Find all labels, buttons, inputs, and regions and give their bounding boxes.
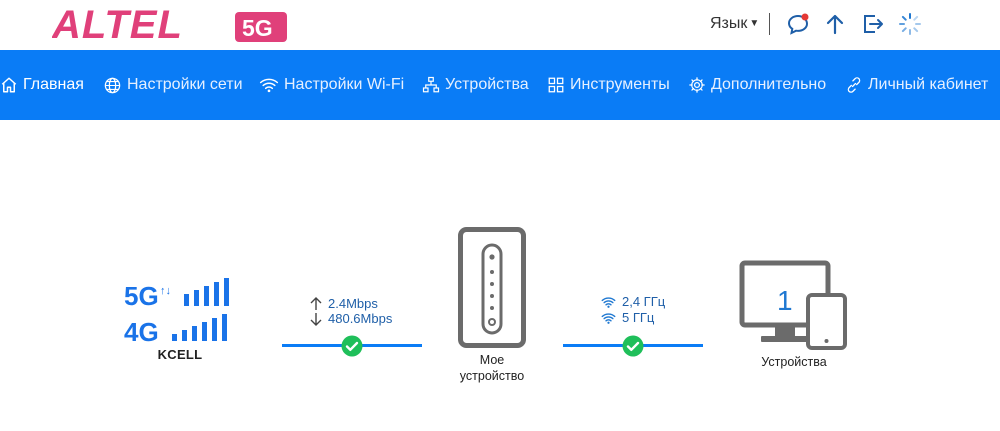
home-icon: [1, 77, 17, 93]
svg-text:↑↓: ↑↓: [160, 285, 171, 297]
wifi-icon: [259, 78, 279, 93]
nav-item-label: Устройства: [445, 76, 529, 93]
nav-item-devices[interactable]: Устройства: [422, 50, 529, 120]
globe-icon: [104, 77, 121, 93]
check-icon: [341, 335, 363, 357]
nav-item-network-settings[interactable]: Настройки сети: [103, 50, 243, 120]
wifi-icon: [601, 312, 616, 324]
network-tech-bottom: 4G: [124, 317, 159, 346]
nav-item-advanced[interactable]: Дополнительно: [688, 50, 826, 120]
download-rate-value: 480.6Mbps: [328, 311, 393, 326]
devices-icon: [422, 76, 440, 93]
nav-item-label: Инструменты: [570, 76, 670, 93]
network-tech-top: 5G: [124, 281, 159, 311]
header: ALTEL 5G Язык ▼: [0, 0, 1000, 50]
upload-rate: 2.4Mbps: [310, 296, 378, 311]
router-label-line1: Мое: [479, 353, 505, 367]
nav-item-label: Настройки Wi-Fi: [284, 76, 405, 93]
download-rate: 480.6Mbps: [310, 311, 392, 326]
connected-devices-icon[interactable]: 1: [739, 260, 849, 352]
router-label-line2: устройство: [459, 369, 525, 383]
wifi-band-5-label: 5 ГГц: [622, 310, 655, 325]
nav-item-wifi-settings[interactable]: Настройки Wi-Fi: [259, 50, 404, 120]
nav-item-tools[interactable]: Инструменты: [547, 50, 670, 120]
loading-icon: [899, 13, 921, 35]
gear-icon: [689, 77, 705, 93]
upload-icon[interactable]: [823, 12, 847, 36]
wifi-icon: [601, 296, 616, 308]
upload-rate-value: 2.4Mbps: [328, 296, 378, 311]
caret-down-icon: ▼: [749, 18, 760, 29]
wifi-band-5: 5 ГГц: [601, 310, 654, 325]
operator-name: KCELL: [157, 347, 203, 362]
wifi-band-24: 2,4 ГГц: [601, 294, 665, 309]
altel-5g-logo[interactable]: ALTEL 5G: [52, 4, 292, 44]
nav-item-label: Главная: [23, 76, 84, 93]
language-label: Язык: [710, 15, 748, 32]
language-selector[interactable]: Язык ▼: [710, 15, 759, 33]
connected-devices-label[interactable]: Устройства: [734, 354, 854, 370]
router-label[interactable]: Мое устройство: [432, 352, 552, 384]
nav-item-home[interactable]: Главная: [0, 50, 84, 120]
arrow-up-icon: [310, 296, 322, 310]
message-icon[interactable]: [786, 12, 810, 36]
logout-icon[interactable]: [861, 12, 885, 36]
link-icon: [847, 77, 861, 93]
svg-text:ALTEL: ALTEL: [52, 4, 183, 44]
main-nav: Главная Настройки сети Настройки Wi-Fi У…: [0, 50, 1000, 120]
nav-item-label: Настройки сети: [127, 76, 243, 93]
nav-item-personal-account[interactable]: Личный кабинет: [845, 50, 988, 120]
check-icon: [622, 335, 644, 357]
network-signal-icon: 5G ↑↓ 4G: [124, 278, 229, 346]
wifi-band-24-label: 2,4 ГГц: [622, 294, 666, 309]
header-divider: [769, 13, 770, 35]
router-icon[interactable]: [458, 227, 526, 348]
arrow-down-icon: [310, 312, 322, 326]
connected-devices-count: 1: [777, 285, 793, 316]
nav-item-label: Личный кабинет: [868, 76, 989, 93]
nav-item-label: Дополнительно: [711, 76, 827, 93]
svg-text:5G: 5G: [242, 15, 273, 41]
tools-icon: [548, 77, 564, 93]
